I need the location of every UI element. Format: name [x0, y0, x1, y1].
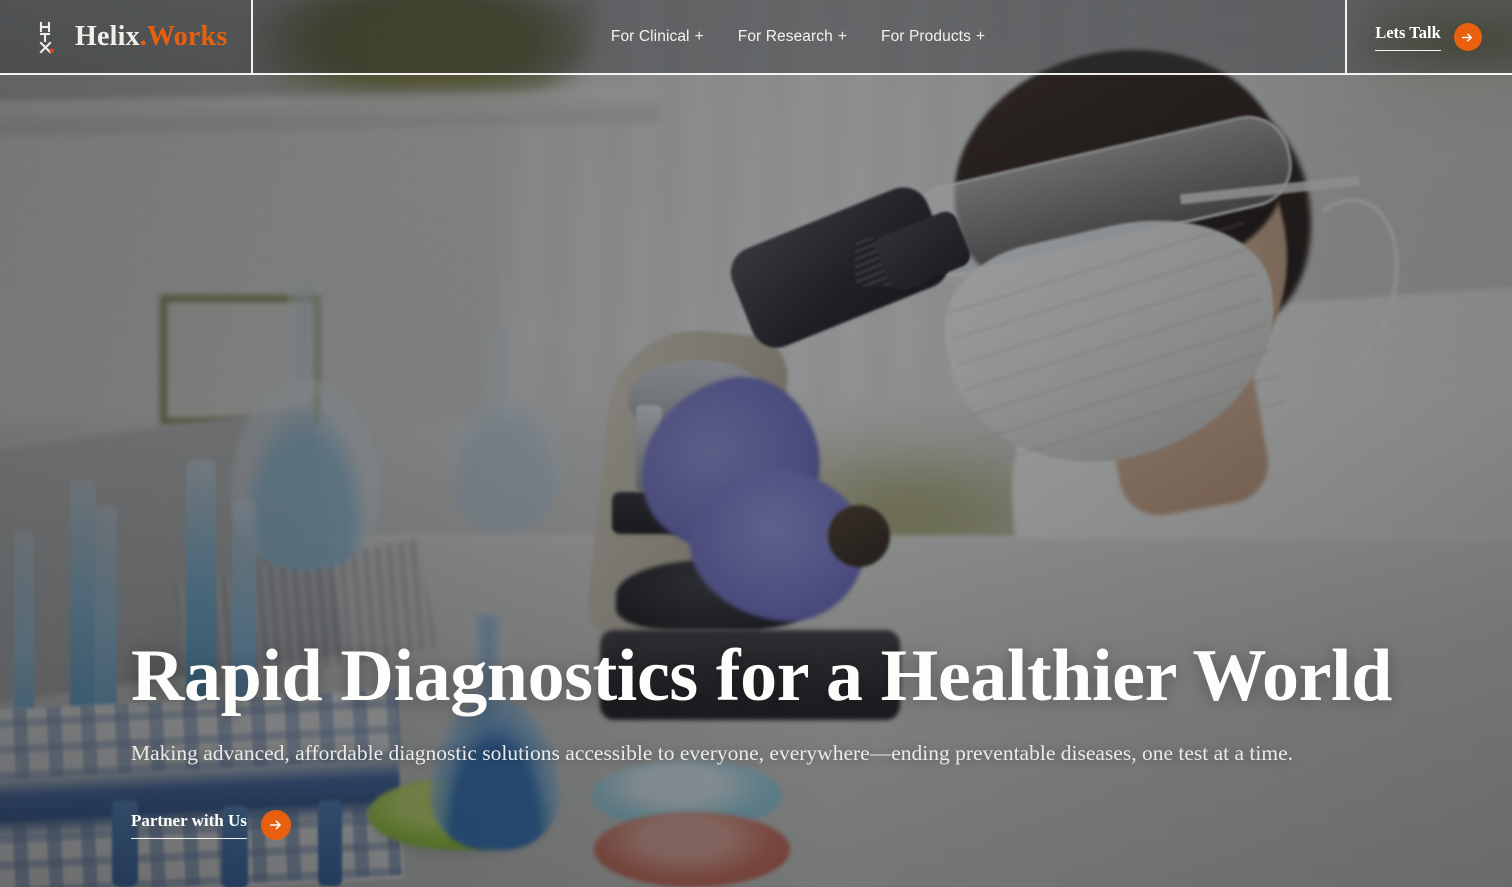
partner-with-us-label: Partner with Us	[131, 811, 247, 839]
nav-item-for-research[interactable]: For Research +	[738, 28, 847, 46]
nav-expand-icon[interactable]: +	[976, 28, 985, 45]
header-divider-left	[251, 0, 253, 74]
brand-name-primary: Helix	[75, 21, 140, 52]
page-root: Helix.Works For Clinical + For Research + …	[0, 0, 1512, 887]
hero-section: Rapid Diagnostics for a Healthier World …	[0, 74, 1512, 887]
site-header: Helix.Works For Clinical + For Research + …	[0, 0, 1512, 74]
nav-label-for-products: For Products	[881, 28, 971, 45]
nav-item-for-clinical[interactable]: For Clinical +	[611, 28, 704, 46]
lets-talk-label: Lets Talk	[1375, 23, 1441, 51]
hero-subheadline: Making advanced, affordable diagnostic s…	[131, 741, 1293, 766]
arrow-right-icon[interactable]	[260, 810, 291, 840]
brand-logo-link[interactable]: Helix.Works	[0, 0, 251, 74]
partner-with-us-button[interactable]: Partner with Us	[131, 810, 291, 840]
hero-headline: Rapid Diagnostics for a Healthier World	[131, 635, 1392, 718]
brand-name-accent: .Works	[139, 21, 228, 52]
helix-hx-monogram-icon	[36, 20, 64, 54]
header-bottom-rule	[0, 73, 1512, 75]
nav-item-for-products[interactable]: For Products +	[881, 28, 985, 46]
nav-label-for-clinical: For Clinical	[610, 28, 690, 45]
nav-label-for-research: For Research	[737, 28, 833, 45]
brand-wordmark: Helix.Works	[75, 23, 227, 51]
nav-expand-icon[interactable]: +	[838, 28, 847, 45]
primary-navigation: For Clinical + For Research + For Products…	[251, 0, 1345, 74]
header-divider-right	[1345, 0, 1347, 74]
lets-talk-button[interactable]: Lets Talk	[1345, 0, 1512, 74]
arrow-right-icon[interactable]	[1453, 23, 1482, 51]
nav-expand-icon[interactable]: +	[695, 28, 704, 45]
